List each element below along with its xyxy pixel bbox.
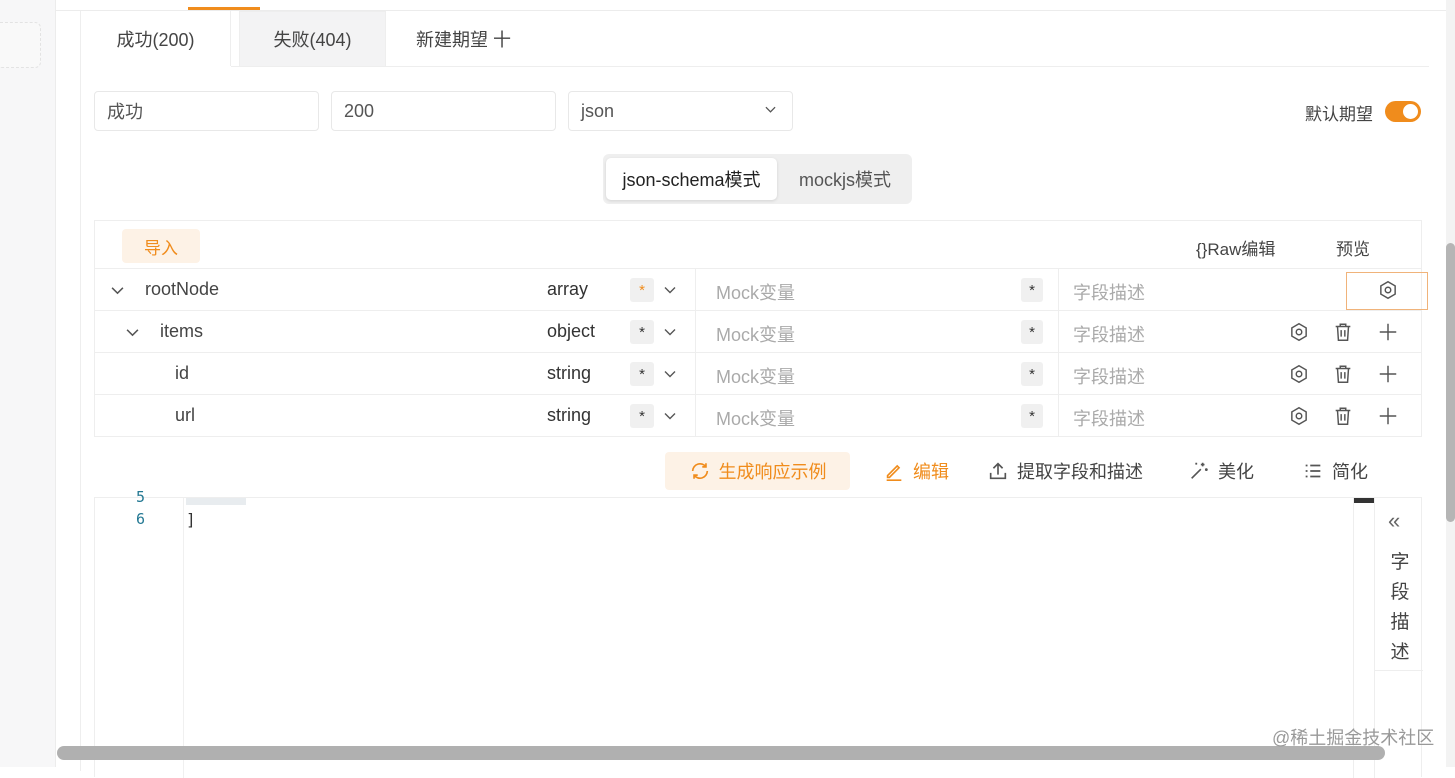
- pencil-icon: [886, 464, 902, 481]
- generate-example-button[interactable]: 生成响应示例: [665, 452, 850, 490]
- mock-input[interactable]: Mock变量: [716, 321, 795, 347]
- import-button[interactable]: 导入: [122, 229, 200, 263]
- trash-icon[interactable]: [1332, 405, 1354, 427]
- left-rail: [0, 0, 56, 767]
- field-description-title: 字段描述: [1390, 552, 1410, 663]
- add-icon[interactable]: [1377, 321, 1399, 343]
- active-indicator: [188, 7, 260, 10]
- format-select-value: json: [581, 100, 615, 121]
- chevron-down-icon[interactable]: [664, 410, 676, 422]
- watermark: @稀土掘金技术社区: [1272, 728, 1435, 748]
- schema-row: id string * Mock变量 * 字段描述: [95, 352, 1421, 394]
- chevron-down-icon[interactable]: [664, 284, 676, 296]
- edit-button[interactable]: 编辑: [883, 452, 949, 490]
- response-name-input[interactable]: 成功: [94, 91, 319, 131]
- field-type[interactable]: string: [547, 405, 591, 426]
- mockjs-mode-button[interactable]: mockjs模式: [781, 158, 909, 200]
- simplify-label: 简化: [1332, 462, 1368, 482]
- mock-input[interactable]: Mock变量: [716, 279, 795, 305]
- collapsed-panel-slot[interactable]: [0, 22, 41, 68]
- field-name[interactable]: url: [175, 405, 195, 426]
- description-input[interactable]: 字段描述: [1073, 363, 1145, 389]
- extract-fields-button[interactable]: 提取字段和描述: [987, 452, 1143, 490]
- page-scrollbar-thumb[interactable]: [1446, 243, 1455, 522]
- schema-row: items object * Mock变量 * 字段描述: [95, 310, 1421, 352]
- mode-switch: json-schema模式 mockjs模式: [603, 154, 912, 204]
- chevron-down-icon: [765, 106, 776, 113]
- mock-input[interactable]: Mock变量: [716, 405, 795, 431]
- list-icon: [1305, 464, 1321, 478]
- magic-wand-icon: [1191, 462, 1208, 479]
- chevron-down-icon[interactable]: [664, 368, 676, 380]
- default-expectation-toggle[interactable]: [1385, 101, 1421, 122]
- upload-icon: [989, 462, 1007, 480]
- horizontal-scrollbar[interactable]: [57, 746, 1385, 760]
- code-editor[interactable]: 5 6 ] « 字段描述: [94, 488, 1423, 778]
- status-code-input[interactable]: 200: [331, 91, 556, 131]
- gear-icon[interactable]: [1377, 279, 1399, 301]
- beautify-button[interactable]: 美化: [1188, 452, 1254, 490]
- field-name[interactable]: id: [175, 363, 189, 384]
- add-icon[interactable]: [1377, 363, 1399, 385]
- description-input[interactable]: 字段描述: [1073, 321, 1145, 347]
- mock-required-toggle[interactable]: *: [1021, 404, 1043, 428]
- line-gutter: 5 6: [95, 488, 184, 778]
- raw-edit-button[interactable]: {}Raw编辑: [1196, 235, 1275, 260]
- description-input[interactable]: 字段描述: [1073, 405, 1145, 431]
- required-toggle[interactable]: *: [630, 320, 654, 344]
- field-name[interactable]: rootNode: [145, 279, 219, 300]
- simplify-button[interactable]: 简化: [1302, 452, 1368, 490]
- description-input[interactable]: 字段描述: [1073, 279, 1145, 305]
- schema-editor: 导入 {}Raw编辑 预览 rootNode array * Mock变量 * …: [94, 220, 1428, 437]
- mock-input[interactable]: Mock变量: [716, 363, 795, 389]
- collapse-icon[interactable]: «: [1388, 510, 1400, 532]
- edit-label: 编辑: [913, 462, 949, 482]
- response-tabs: 成功(200) 失败(404) 新建期望 十: [81, 11, 1429, 67]
- gear-icon[interactable]: [1288, 321, 1310, 343]
- chevron-down-icon[interactable]: [664, 326, 676, 338]
- trash-icon[interactable]: [1332, 321, 1354, 343]
- generate-example-label: 生成响应示例: [718, 462, 827, 482]
- required-toggle[interactable]: *: [630, 362, 654, 386]
- mock-required-toggle[interactable]: *: [1021, 320, 1043, 344]
- required-toggle[interactable]: *: [630, 404, 654, 428]
- mock-required-toggle[interactable]: *: [1021, 362, 1043, 386]
- gear-icon[interactable]: [1288, 363, 1310, 385]
- refresh-icon: [691, 463, 708, 479]
- add-icon[interactable]: [1377, 405, 1399, 427]
- trash-icon[interactable]: [1332, 363, 1354, 385]
- field-name[interactable]: items: [160, 321, 203, 342]
- field-type[interactable]: string: [547, 363, 591, 384]
- code-line[interactable]: ]: [186, 510, 196, 529]
- beautify-label: 美化: [1218, 462, 1254, 482]
- response-panel: 成功(200) 失败(404) 新建期望 十 成功 200 json 默认期望 …: [80, 11, 1429, 778]
- gear-icon[interactable]: [1288, 405, 1310, 427]
- schema-row: url string * Mock变量 * 字段描述: [95, 394, 1421, 436]
- mock-required-toggle[interactable]: *: [1021, 278, 1043, 302]
- schema-row: rootNode array * Mock变量 * 字段描述: [95, 268, 1428, 310]
- required-toggle[interactable]: *: [630, 278, 654, 302]
- preview-button[interactable]: 预览: [1336, 235, 1370, 260]
- tab-new-expectation[interactable]: 新建期望 十: [386, 11, 556, 66]
- line-number: 6: [135, 510, 145, 528]
- chevron-down-icon[interactable]: [111, 284, 124, 297]
- format-select[interactable]: json: [568, 91, 793, 131]
- field-type[interactable]: object: [547, 321, 595, 342]
- field-type[interactable]: array: [547, 279, 588, 300]
- chevron-down-icon[interactable]: [126, 326, 139, 339]
- tab-success[interactable]: 成功(200): [81, 11, 231, 66]
- page-scrollbar[interactable]: [1446, 0, 1455, 767]
- default-expectation-label: 默认期望: [1305, 105, 1373, 124]
- line-number: 5: [135, 488, 145, 506]
- main-area: 成功(200) 失败(404) 新建期望 十 成功 200 json 默认期望 …: [56, 0, 1455, 778]
- extract-fields-label: 提取字段和描述: [1017, 462, 1143, 482]
- tab-fail[interactable]: 失败(404): [239, 11, 386, 66]
- json-schema-mode-button[interactable]: json-schema模式: [606, 158, 777, 200]
